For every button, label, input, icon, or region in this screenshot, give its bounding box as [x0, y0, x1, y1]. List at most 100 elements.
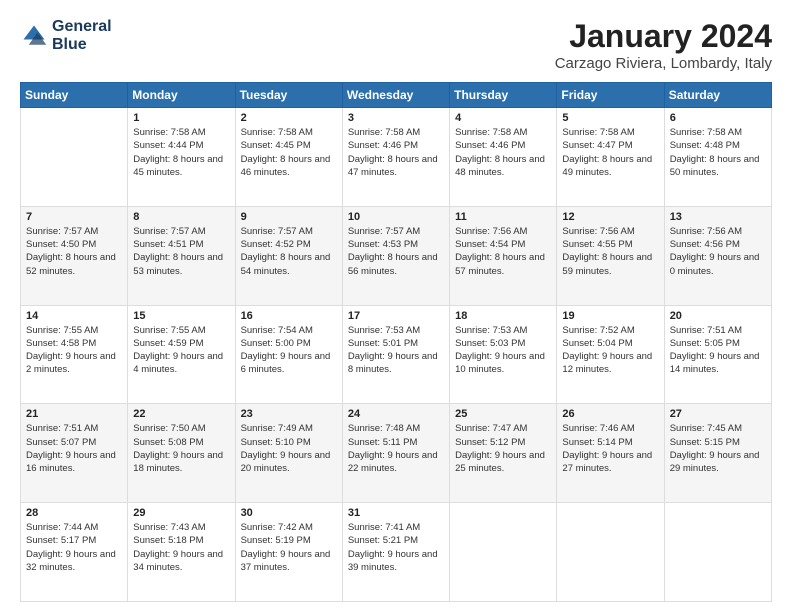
- calendar-cell: 29 Sunrise: 7:43 AM Sunset: 5:18 PM Dayli…: [128, 503, 235, 602]
- day-number: 20: [670, 310, 766, 322]
- header-thursday: Thursday: [450, 83, 557, 108]
- calendar-cell: 25 Sunrise: 7:47 AM Sunset: 5:12 PM Dayli…: [450, 404, 557, 503]
- day-number: 3: [348, 112, 444, 124]
- cell-info: Sunrise: 7:50 AM Sunset: 5:08 PM Dayligh…: [133, 422, 229, 475]
- day-number: 27: [670, 408, 766, 420]
- calendar-cell: 21 Sunrise: 7:51 AM Sunset: 5:07 PM Dayli…: [21, 404, 128, 503]
- day-number: 18: [455, 310, 551, 322]
- header-wednesday: Wednesday: [342, 83, 449, 108]
- day-number: 1: [133, 112, 229, 124]
- cell-info: Sunrise: 7:58 AM Sunset: 4:46 PM Dayligh…: [455, 126, 551, 179]
- cell-info: Sunrise: 7:42 AM Sunset: 5:19 PM Dayligh…: [241, 521, 337, 574]
- cell-info: Sunrise: 7:46 AM Sunset: 5:14 PM Dayligh…: [562, 422, 658, 475]
- calendar-cell: 15 Sunrise: 7:55 AM Sunset: 4:59 PM Dayli…: [128, 305, 235, 404]
- calendar-cell: 3 Sunrise: 7:58 AM Sunset: 4:46 PM Daylig…: [342, 108, 449, 207]
- calendar-week-5: 28 Sunrise: 7:44 AM Sunset: 5:17 PM Dayli…: [21, 503, 772, 602]
- day-number: 28: [26, 507, 122, 519]
- calendar-cell: 28 Sunrise: 7:44 AM Sunset: 5:17 PM Dayli…: [21, 503, 128, 602]
- cell-info: Sunrise: 7:56 AM Sunset: 4:55 PM Dayligh…: [562, 225, 658, 278]
- calendar-cell: 26 Sunrise: 7:46 AM Sunset: 5:14 PM Dayli…: [557, 404, 664, 503]
- logo: General Blue: [20, 18, 112, 53]
- cell-info: Sunrise: 7:54 AM Sunset: 5:00 PM Dayligh…: [241, 324, 337, 377]
- calendar-week-3: 14Sunrise: 7:55 AM Sunset: 4:58 PM Dayli…: [21, 305, 772, 404]
- calendar-cell: 13 Sunrise: 7:56 AM Sunset: 4:56 PM Dayli…: [664, 206, 771, 305]
- calendar-cell: 8 Sunrise: 7:57 AM Sunset: 4:51 PM Daylig…: [128, 206, 235, 305]
- day-number: 6: [670, 112, 766, 124]
- title-block: January 2024 Carzago Riviera, Lombardy, …: [555, 18, 772, 72]
- calendar-cell: 10 Sunrise: 7:57 AM Sunset: 4:53 PM Dayli…: [342, 206, 449, 305]
- day-number: 22: [133, 408, 229, 420]
- calendar-cell: 6 Sunrise: 7:58 AM Sunset: 4:48 PM Daylig…: [664, 108, 771, 207]
- calendar-cell: 30Sunrise: 7:42 AM Sunset: 5:19 PM Dayli…: [235, 503, 342, 602]
- calendar-cell: [557, 503, 664, 602]
- cell-info: Sunrise: 7:55 AM Sunset: 4:58 PM Dayligh…: [26, 324, 122, 377]
- day-number: 12: [562, 211, 658, 223]
- day-number: 29: [133, 507, 229, 519]
- cell-info: Sunrise: 7:51 AM Sunset: 5:07 PM Dayligh…: [26, 422, 122, 475]
- calendar-cell: [450, 503, 557, 602]
- calendar-cell: [21, 108, 128, 207]
- cell-info: Sunrise: 7:51 AM Sunset: 5:05 PM Dayligh…: [670, 324, 766, 377]
- day-number: 26: [562, 408, 658, 420]
- cell-info: Sunrise: 7:44 AM Sunset: 5:17 PM Dayligh…: [26, 521, 122, 574]
- cell-info: Sunrise: 7:58 AM Sunset: 4:44 PM Dayligh…: [133, 126, 229, 179]
- day-number: 15: [133, 310, 229, 322]
- calendar-cell: 11Sunrise: 7:56 AM Sunset: 4:54 PM Dayli…: [450, 206, 557, 305]
- calendar-title: January 2024: [555, 18, 772, 55]
- cell-info: Sunrise: 7:45 AM Sunset: 5:15 PM Dayligh…: [670, 422, 766, 475]
- cell-info: Sunrise: 7:49 AM Sunset: 5:10 PM Dayligh…: [241, 422, 337, 475]
- header-tuesday: Tuesday: [235, 83, 342, 108]
- day-number: 9: [241, 211, 337, 223]
- page: General Blue January 2024 Carzago Rivier…: [0, 0, 792, 612]
- cell-info: Sunrise: 7:48 AM Sunset: 5:11 PM Dayligh…: [348, 422, 444, 475]
- header-monday: Monday: [128, 83, 235, 108]
- calendar-week-4: 21 Sunrise: 7:51 AM Sunset: 5:07 PM Dayli…: [21, 404, 772, 503]
- day-number: 5: [562, 112, 658, 124]
- day-number: 2: [241, 112, 337, 124]
- calendar-cell: 24 Sunrise: 7:48 AM Sunset: 5:11 PM Dayli…: [342, 404, 449, 503]
- header: General Blue January 2024 Carzago Rivier…: [20, 18, 772, 72]
- calendar-cell: [664, 503, 771, 602]
- weekday-header-row: Sunday Monday Tuesday Wednesday Thursday…: [21, 83, 772, 108]
- logo-icon: [20, 22, 48, 50]
- cell-info: Sunrise: 7:47 AM Sunset: 5:12 PM Dayligh…: [455, 422, 551, 475]
- day-number: 13: [670, 211, 766, 223]
- cell-info: Sunrise: 7:55 AM Sunset: 4:59 PM Dayligh…: [133, 324, 229, 377]
- calendar-cell: 17 Sunrise: 7:53 AM Sunset: 5:01 PM Dayli…: [342, 305, 449, 404]
- cell-info: Sunrise: 7:53 AM Sunset: 5:03 PM Dayligh…: [455, 324, 551, 377]
- cell-info: Sunrise: 7:57 AM Sunset: 4:51 PM Dayligh…: [133, 225, 229, 278]
- day-number: 11: [455, 211, 551, 223]
- day-number: 23: [241, 408, 337, 420]
- calendar-cell: 19Sunrise: 7:52 AM Sunset: 5:04 PM Dayli…: [557, 305, 664, 404]
- logo-text: General Blue: [52, 18, 112, 53]
- cell-info: Sunrise: 7:57 AM Sunset: 4:53 PM Dayligh…: [348, 225, 444, 278]
- calendar-subtitle: Carzago Riviera, Lombardy, Italy: [555, 55, 772, 72]
- cell-info: Sunrise: 7:58 AM Sunset: 4:46 PM Dayligh…: [348, 126, 444, 179]
- day-number: 8: [133, 211, 229, 223]
- day-number: 25: [455, 408, 551, 420]
- cell-info: Sunrise: 7:41 AM Sunset: 5:21 PM Dayligh…: [348, 521, 444, 574]
- calendar-cell: 23 Sunrise: 7:49 AM Sunset: 5:10 PM Dayli…: [235, 404, 342, 503]
- day-number: 17: [348, 310, 444, 322]
- cell-info: Sunrise: 7:58 AM Sunset: 4:48 PM Dayligh…: [670, 126, 766, 179]
- calendar-table: Sunday Monday Tuesday Wednesday Thursday…: [20, 82, 772, 602]
- cell-info: Sunrise: 7:58 AM Sunset: 4:47 PM Dayligh…: [562, 126, 658, 179]
- day-number: 4: [455, 112, 551, 124]
- calendar-week-2: 7Sunrise: 7:57 AM Sunset: 4:50 PM Daylig…: [21, 206, 772, 305]
- day-number: 24: [348, 408, 444, 420]
- day-number: 10: [348, 211, 444, 223]
- calendar-cell: 31Sunrise: 7:41 AM Sunset: 5:21 PM Dayli…: [342, 503, 449, 602]
- cell-info: Sunrise: 7:43 AM Sunset: 5:18 PM Dayligh…: [133, 521, 229, 574]
- day-number: 19: [562, 310, 658, 322]
- calendar-cell: 5 Sunrise: 7:58 AM Sunset: 4:47 PM Daylig…: [557, 108, 664, 207]
- cell-info: Sunrise: 7:53 AM Sunset: 5:01 PM Dayligh…: [348, 324, 444, 377]
- calendar-cell: 7Sunrise: 7:57 AM Sunset: 4:50 PM Daylig…: [21, 206, 128, 305]
- day-number: 21: [26, 408, 122, 420]
- calendar-cell: 1 Sunrise: 7:58 AM Sunset: 4:44 PM Daylig…: [128, 108, 235, 207]
- calendar-cell: 16Sunrise: 7:54 AM Sunset: 5:00 PM Dayli…: [235, 305, 342, 404]
- header-friday: Friday: [557, 83, 664, 108]
- cell-info: Sunrise: 7:58 AM Sunset: 4:45 PM Dayligh…: [241, 126, 337, 179]
- calendar-cell: 4 Sunrise: 7:58 AM Sunset: 4:46 PM Daylig…: [450, 108, 557, 207]
- cell-info: Sunrise: 7:56 AM Sunset: 4:56 PM Dayligh…: [670, 225, 766, 278]
- header-saturday: Saturday: [664, 83, 771, 108]
